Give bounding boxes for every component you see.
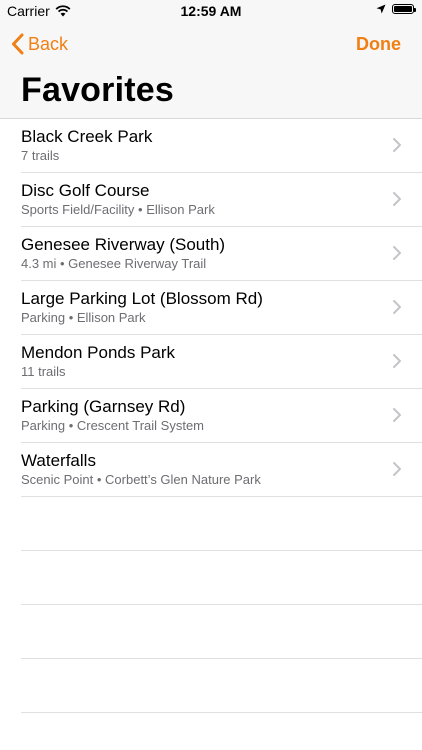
back-label: Back [28, 33, 69, 54]
item-subtitle: 7 trails [21, 148, 60, 163]
item-title: Disc Golf Course [21, 181, 150, 200]
item-title: Black Creek Park [21, 127, 153, 146]
location-arrow-icon [376, 4, 386, 14]
item-subtitle: 4.3 mi • Genesee Riverway Trail [21, 256, 207, 271]
chevron-left-icon [12, 33, 24, 55]
chevron-right-icon [393, 246, 401, 260]
list-item[interactable]: Parking (Garnsey Rd) Parking • Crescent … [21, 389, 422, 443]
item-subtitle: Parking • Crescent Trail System [21, 418, 204, 433]
chevron-right-icon [393, 408, 401, 422]
status-time: 12:59 AM [180, 3, 242, 19]
empty-row-separator [21, 605, 422, 659]
item-subtitle: Scenic Point • Corbett’s Glen Nature Par… [21, 472, 261, 487]
item-subtitle: Parking • Ellison Park [21, 310, 146, 325]
page-title: Favorites [21, 71, 174, 109]
list-item[interactable]: Mendon Ponds Park 11 trails [21, 335, 422, 389]
list-item[interactable]: Large Parking Lot (Blossom Rd) Parking •… [21, 281, 422, 335]
chevron-right-icon [393, 300, 401, 314]
chevron-right-icon [393, 192, 401, 206]
empty-row-separator [21, 659, 422, 713]
empty-row-separator [21, 497, 422, 551]
item-title: Waterfalls [21, 451, 96, 470]
list-item[interactable]: Disc Golf Course Sports Field/Facility •… [21, 173, 422, 227]
item-title: Parking (Garnsey Rd) [21, 397, 186, 416]
list-item[interactable]: Genesee Riverway (South) 4.3 mi • Genese… [21, 227, 422, 281]
back-button[interactable]: Back [11, 30, 68, 58]
list-item[interactable]: Waterfalls Scenic Point • Corbett’s Glen… [21, 443, 422, 497]
item-subtitle: 11 trails [21, 364, 66, 379]
item-title: Large Parking Lot (Blossom Rd) [21, 289, 263, 308]
status-bar: Carrier 12:59 AM [0, 0, 422, 22]
chevron-right-icon [393, 138, 401, 152]
navigation-bar: Back Done Favorites [0, 22, 422, 119]
battery-icon [392, 4, 416, 14]
done-button[interactable]: Done [356, 34, 401, 55]
chevron-right-icon [393, 354, 401, 368]
item-subtitle: Sports Field/Facility • Ellison Park [21, 202, 215, 217]
item-title: Mendon Ponds Park [21, 343, 176, 362]
chevron-right-icon [393, 462, 401, 476]
item-title: Genesee Riverway (South) [21, 235, 226, 254]
empty-row-separator [21, 551, 422, 605]
list-item[interactable]: Black Creek Park 7 trails [21, 119, 422, 173]
status-right [376, 4, 416, 14]
favorites-list: Black Creek Park 7 trails Disc Golf Cour… [0, 119, 422, 713]
